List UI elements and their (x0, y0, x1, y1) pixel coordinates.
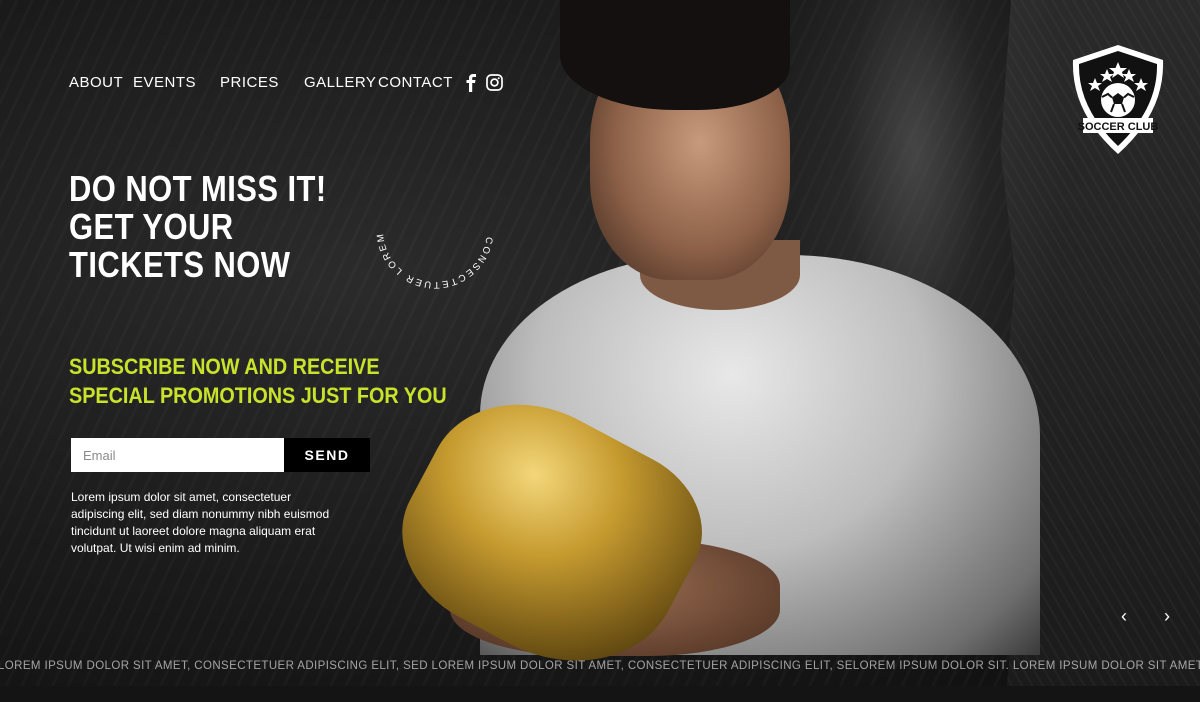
player-hair (560, 0, 790, 110)
circular-text-badge: CONSECTETUER LOREM IPSUM DOLOR SIT AMET, (360, 152, 505, 300)
headline-line: DO NOT MISS IT! (69, 168, 327, 209)
hero-headline: DO NOT MISS IT! GET YOUR TICKETS NOW (69, 170, 327, 284)
nav-contact[interactable]: CONTACT (378, 74, 453, 91)
marquee-ticker: LOREM IPSUM DOLOR SIT AMET, CONSECTETUER… (0, 656, 1200, 676)
logo-text: SOCCER CLUB (1078, 121, 1159, 133)
headline-line: TICKETS NOW (69, 244, 291, 285)
soccer-club-logo[interactable]: SOCCER CLUB (1068, 42, 1168, 158)
chevron-left-icon[interactable]: ‹ (1114, 606, 1134, 626)
ticker-text: LOREM IPSUM DOLOR SIT AMET, CONSECTETUER… (0, 660, 1200, 672)
send-button[interactable]: SEND (284, 438, 370, 472)
email-input[interactable] (71, 438, 284, 472)
instagram-icon[interactable] (486, 74, 503, 96)
promo-line: SUBSCRIBE NOW AND RECEIVE (69, 354, 380, 379)
circular-text: CONSECTETUER LOREM IPSUM DOLOR SIT AMET, (360, 152, 492, 290)
nav-prices[interactable]: PRICES (220, 74, 279, 91)
promo-text: SUBSCRIBE NOW AND RECEIVE SPECIAL PROMOT… (69, 352, 447, 410)
nav-about[interactable]: ABOUT (69, 74, 123, 91)
nav-gallery[interactable]: GALLERY (304, 74, 376, 91)
chevron-right-icon[interactable]: › (1157, 606, 1177, 626)
headline-line: GET YOUR (69, 206, 234, 247)
promo-line: SPECIAL PROMOTIONS JUST FOR YOU (69, 383, 447, 408)
svg-text:CONSECTETUER LOREM IPSUM DOLOR: CONSECTETUER LOREM IPSUM DOLOR SIT AMET, (365, 160, 495, 290)
nav-events[interactable]: EVENTS (133, 74, 196, 91)
facebook-icon[interactable] (465, 74, 477, 97)
description-text: Lorem ipsum dolor sit amet, consectetuer… (71, 490, 330, 555)
